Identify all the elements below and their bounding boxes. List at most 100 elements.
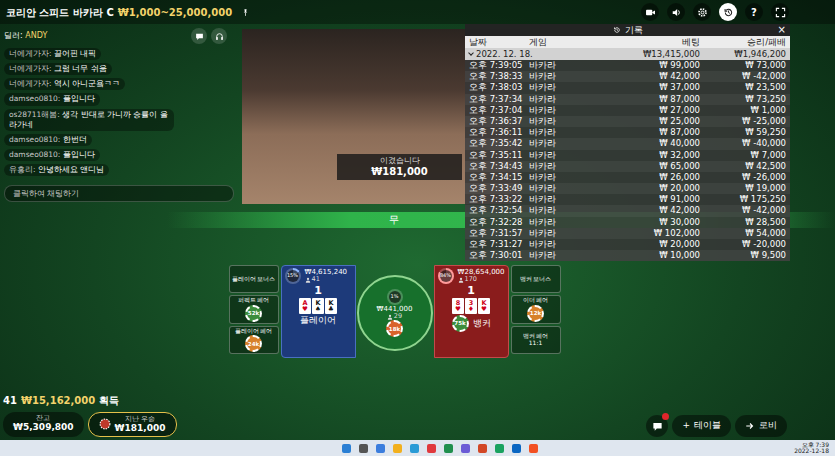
share-meter: 1% xyxy=(387,289,403,305)
card-suit: ♣ xyxy=(328,306,334,313)
chat-text: 플입니다 xyxy=(63,94,95,103)
chat-user: damseo0810: xyxy=(9,150,60,159)
history-row[interactable]: 오후 7:34:43바카라₩ 65,000₩ 42,500 xyxy=(465,161,790,172)
chip-value: 75k xyxy=(454,319,465,327)
app-icon[interactable] xyxy=(410,444,419,453)
history-cell: ₩ 26,000 xyxy=(567,172,700,183)
app-icon[interactable] xyxy=(393,444,402,453)
app-icon[interactable] xyxy=(376,444,385,453)
chat-text: 그럼 너무 쉬움 xyxy=(54,64,107,73)
history-row[interactable]: 오후 7:35:42바카라₩ 40,000₩ -40,000 xyxy=(465,138,790,149)
chat-user: 유흥리: xyxy=(9,165,36,174)
chat-input[interactable] xyxy=(4,185,234,202)
chip-value: 52k xyxy=(248,310,259,316)
app-icon[interactable] xyxy=(461,444,470,453)
history-row[interactable]: 오후 7:38:33바카라₩ 42,000₩ -42,000 xyxy=(465,71,790,82)
chat-message: 너에게가자: 역시 아니군욬ㅋㅋ xyxy=(4,78,125,90)
bet-info: 15%₩4,615,24041 xyxy=(285,268,352,284)
help-button[interactable]: ? xyxy=(745,3,763,21)
history-cell: 바카라 xyxy=(529,105,567,116)
history-row[interactable]: 오후 7:38:03바카라₩ 37,000₩ 23,500 xyxy=(465,82,790,93)
clock-date: 2022-12-18 xyxy=(794,448,829,455)
bet-chip[interactable]: 12k xyxy=(527,305,544,322)
pin-icon[interactable] xyxy=(236,3,254,21)
side-bet[interactable]: 뱅커 페어11:1 xyxy=(511,326,561,354)
history-cell: 바카라 xyxy=(529,239,567,250)
history-row[interactable]: 오후 7:37:04바카라₩ 27,000₩ 1,000 xyxy=(465,105,790,116)
app-icon[interactable] xyxy=(478,444,487,453)
history-row[interactable]: 오후 7:35:11바카라₩ 32,000₩ 7,000 xyxy=(465,150,790,161)
history-row[interactable]: 오후 7:39:05바카라₩ 99,000₩ 73,000 xyxy=(465,60,790,71)
chip-icon xyxy=(99,418,111,430)
app-icon[interactable] xyxy=(359,444,368,453)
close-button[interactable]: × xyxy=(643,24,787,36)
history-row[interactable]: 오후 7:31:27바카라₩ 20,000₩ -20,000 xyxy=(465,239,790,250)
side-bet[interactable]: 플레이어 보너스 xyxy=(229,265,279,293)
chat-user: damseo0810: xyxy=(9,135,60,144)
side-bet[interactable]: 플레이어 페어24k xyxy=(229,326,279,355)
lobby-button[interactable]: 로비 xyxy=(735,415,787,437)
summary-date-cell: 2022. 12. 18. xyxy=(469,48,567,60)
history-header: 기록× xyxy=(465,24,790,36)
tie-bet[interactable]: 1%₩441,0002918k xyxy=(357,275,433,351)
history-row[interactable]: 오후 7:37:34바카라₩ 87,000₩ 73,250 xyxy=(465,94,790,105)
banker-bet[interactable]: 84%₩28,654,00017018♥3♦K♥75k뱅커 xyxy=(434,265,509,358)
history-row[interactable]: 오후 7:30:01바카라₩ 10,000₩ 9,500 xyxy=(465,250,790,261)
headset-icon[interactable] xyxy=(211,28,227,44)
history-cell: ₩ 1,000 xyxy=(700,105,786,116)
side-bet[interactable]: 뱅커 보너스 xyxy=(511,265,561,293)
chat-text: 한번더 xyxy=(63,135,87,144)
bet-chip[interactable]: 75k xyxy=(452,315,469,332)
history-cell: ₩ 59,250 xyxy=(700,127,786,138)
history-row[interactable]: 오후 7:31:57바카라₩ 102,000₩ 54,000 xyxy=(465,228,790,239)
chat-bubble-icon[interactable] xyxy=(191,28,207,44)
app-icon[interactable] xyxy=(495,444,504,453)
last-win-label: 지난 우승 xyxy=(115,415,166,423)
side-bet[interactable]: 퍼펙트 페어52k xyxy=(229,295,279,324)
chat-icon[interactable] xyxy=(646,415,668,437)
history-row[interactable]: 오후 7:34:15바카라₩ 26,000₩ -26,000 xyxy=(465,172,790,183)
history-row[interactable]: 오후 7:33:22바카라₩ 91,000₩ 175,250 xyxy=(465,194,790,205)
chevron-icon[interactable] xyxy=(468,50,474,56)
history-icon xyxy=(613,26,621,34)
gear-icon[interactable] xyxy=(693,3,711,21)
chat-message: damseo0810: 플입니다 xyxy=(4,93,100,105)
app-icon[interactable] xyxy=(512,444,521,453)
history-cell: 바카라 xyxy=(529,172,567,183)
history-cell: ₩ -26,000 xyxy=(700,172,786,183)
bet-chip[interactable]: 52k xyxy=(245,305,262,322)
history-cell: 오후 7:37:04 xyxy=(469,105,529,116)
history-cell: 오후 7:34:15 xyxy=(469,172,529,183)
history-row[interactable]: 오후 7:36:11바카라₩ 87,000₩ 59,250 xyxy=(465,127,790,138)
hand-score: 1 xyxy=(314,285,322,297)
lobby-label: 로비 xyxy=(759,419,777,433)
share-meter: 84% xyxy=(438,268,454,284)
result-text: 무 xyxy=(389,212,399,228)
side-bet[interactable]: 이더 페어12k xyxy=(511,295,561,324)
chat-user: damseo0810: xyxy=(9,94,60,103)
history-row[interactable]: 오후 7:36:37바카라₩ 25,000₩ -25,000 xyxy=(465,116,790,127)
player-bet[interactable]: 15%₩4,615,240411A♥K♠K♣플레이어 xyxy=(281,265,356,358)
history-cell: 바카라 xyxy=(529,228,567,239)
history-icon[interactable] xyxy=(719,3,737,21)
bet-chip[interactable]: 24k xyxy=(245,335,262,352)
app-icon[interactable] xyxy=(427,444,436,453)
video-icon[interactable] xyxy=(641,3,659,21)
history-summary[interactable]: 2022. 12. 18.₩13,415,000₩1,946,200 xyxy=(465,48,790,60)
table-button[interactable]: +테이블 xyxy=(672,415,731,437)
app-icon[interactable] xyxy=(529,444,538,453)
app-icon[interactable] xyxy=(444,444,453,453)
sound-icon[interactable] xyxy=(667,3,685,21)
history-title: 기록 xyxy=(625,24,643,36)
history-row[interactable]: 오후 7:32:54바카라₩ 42,000₩ -42,000 xyxy=(465,205,790,216)
side-bet-label: 플레이어 페어 xyxy=(235,328,273,335)
history-cell: 바카라 xyxy=(529,194,567,205)
history-row[interactable]: 오후 7:32:28바카라₩ 30,000₩ 28,500 xyxy=(465,217,790,228)
app-icon[interactable] xyxy=(342,444,351,453)
fullscreen-icon[interactable] xyxy=(771,3,789,21)
hand-cards: A♥K♠K♣ xyxy=(299,298,337,314)
total-won: ₩15,162,000 xyxy=(21,393,95,408)
history-row[interactable]: 오후 7:33:49바카라₩ 20,000₩ 19,000 xyxy=(465,183,790,194)
bet-chip[interactable]: 18k xyxy=(386,320,403,337)
playing-card: A♥ xyxy=(299,298,311,314)
